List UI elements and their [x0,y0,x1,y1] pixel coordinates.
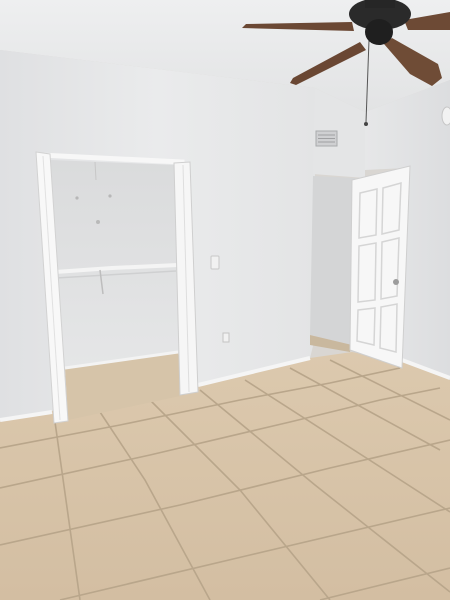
light-switch [210,255,220,270]
wall-outlet [222,332,230,343]
hallway-opening [310,176,355,345]
door-knob [393,279,399,285]
smoke-detector [441,106,450,126]
room-photo [0,0,450,600]
room-illustration [0,0,450,600]
